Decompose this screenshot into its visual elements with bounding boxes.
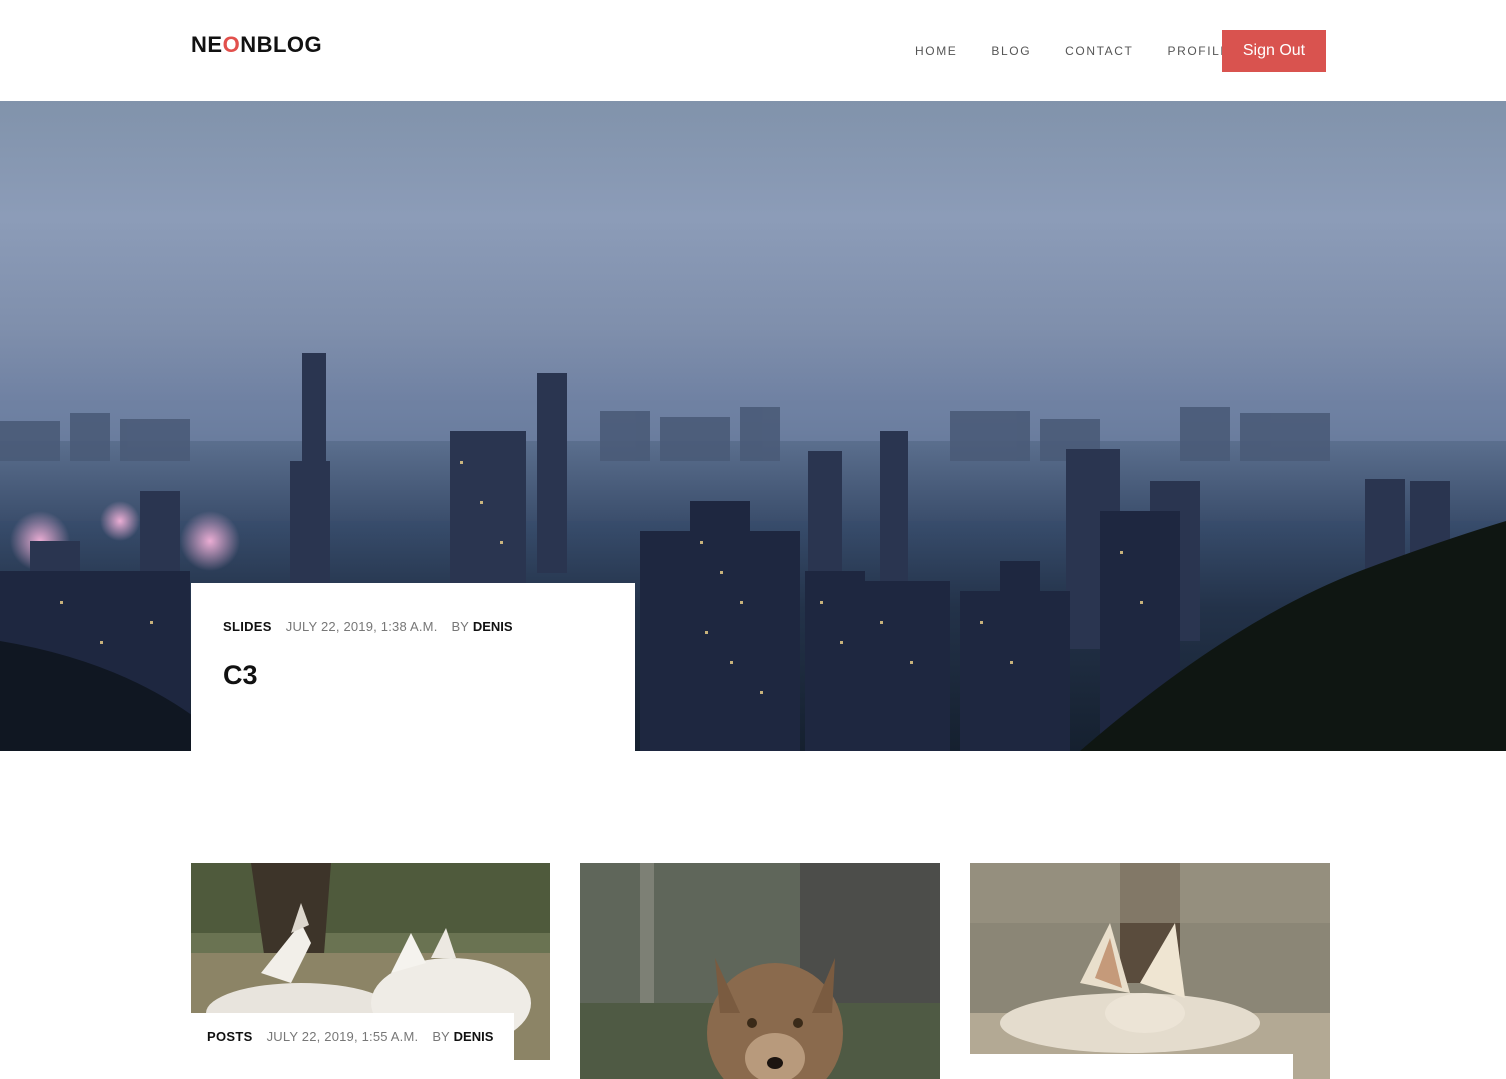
nav-profile[interactable]: PROFILE [1167, 44, 1230, 58]
logo-prefix: NE [191, 32, 223, 57]
fennec-fox-image [970, 863, 1330, 1079]
hero-post-author[interactable]: DENIS [473, 619, 513, 634]
hero-post-date: JULY 22, 2019, 1:38 A.M. [285, 619, 438, 634]
hero-post-card[interactable]: SLIDES JULY 22, 2019, 1:38 A.M. BY DENIS… [191, 583, 635, 751]
sign-out-button[interactable]: Sign Out [1222, 30, 1326, 72]
nav-home[interactable]: HOME [915, 44, 957, 58]
hero-slide[interactable]: SLIDES JULY 22, 2019, 1:38 A.M. BY DENIS… [0, 101, 1506, 751]
post-card-date: JULY 22, 2019, 1:55 A.M. [266, 1029, 419, 1044]
post-card-category[interactable]: POSTS [207, 1029, 253, 1044]
hero-post-category[interactable]: SLIDES [223, 619, 272, 634]
hero-post-title[interactable]: C3 [223, 660, 603, 691]
post-card-meta [970, 1054, 1293, 1079]
logo-accent: O [222, 32, 241, 57]
nav-blog[interactable]: BLOG [991, 44, 1031, 58]
site-logo[interactable]: NEONBLOG [191, 32, 322, 58]
post-card-meta: POSTS JULY 22, 2019, 1:55 A.M. BY DENIS [191, 1013, 514, 1060]
site-header: NEONBLOG HOME BLOG CONTACT PROFILE Sign … [0, 0, 1506, 101]
hero-post-by: BY [451, 619, 469, 634]
hero-post-meta: SLIDES JULY 22, 2019, 1:38 A.M. BY DENIS [223, 619, 603, 634]
post-card[interactable] [970, 863, 1330, 1079]
post-card[interactable] [580, 863, 940, 1079]
logo-suffix: NBLOG [240, 32, 323, 57]
nav-contact[interactable]: CONTACT [1065, 44, 1133, 58]
arctic-fox-image [580, 863, 940, 1079]
post-card-by: BY [432, 1029, 450, 1044]
post-card-author[interactable]: DENIS [454, 1029, 494, 1044]
main-nav: HOME BLOG CONTACT PROFILE [898, 30, 1247, 72]
post-card[interactable]: POSTS JULY 22, 2019, 1:55 A.M. BY DENIS [191, 863, 550, 1060]
